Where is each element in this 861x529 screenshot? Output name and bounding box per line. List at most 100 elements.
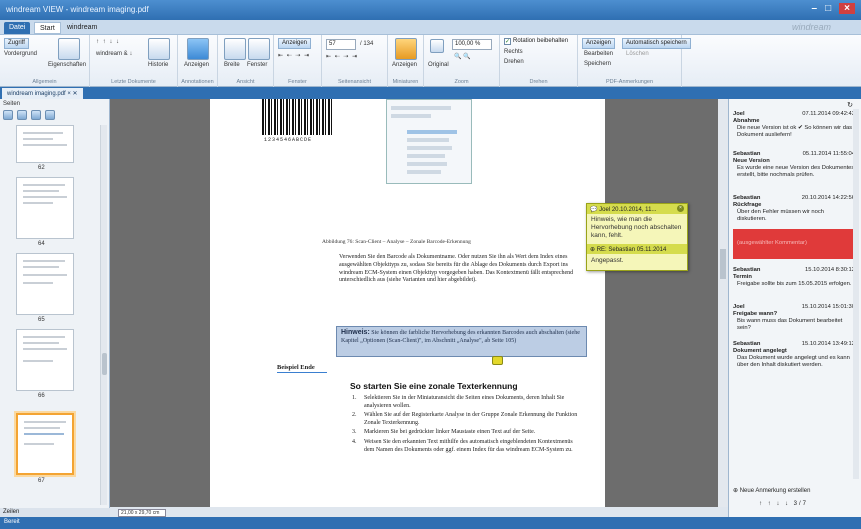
barcode-number: 1234546ABCDE <box>264 137 313 143</box>
zoom-in-icon[interactable] <box>3 110 13 120</box>
example-end-label: Beispiel Ende <box>277 364 327 373</box>
hint-title: Hinweis: <box>341 329 370 336</box>
history-icon[interactable] <box>148 38 170 60</box>
new-comment-button[interactable]: ⊕ Neue Anmerkung erstellen <box>733 487 810 494</box>
rotate-button[interactable]: Drehen <box>504 59 524 65</box>
page-nav-icon[interactable]: ⇤ ⇠ ⇢ ⇥ <box>326 53 358 60</box>
comment-item[interactable]: Sebastian 05.11.2014 11:55:04 Neue Versio… <box>733 151 855 191</box>
document-tab-bar: windream imaging.pdf × ✕ <box>0 87 861 99</box>
step-text: Weisen Sie den erkannten Text mithilfe d… <box>364 438 573 453</box>
nav-arrows-icon[interactable]: ⇤ ⇠ ⇢ ⇥ <box>278 52 310 59</box>
group-label: Letzte Dokumente <box>111 79 156 85</box>
comment-item[interactable]: Joel 15.10.2014 15:01:30 Freigabe wann? Bi… <box>733 304 855 336</box>
comment-item-selected[interactable]: (ausgewählter Kommentar) <box>733 229 855 259</box>
window-icon[interactable] <box>248 38 270 60</box>
comment-item[interactable]: Sebastian 15.10.2014 8:30:12 Termin Freiga… <box>733 267 855 299</box>
comment-item[interactable]: Sebastian 20.10.2014 14:22:56 Rückfrage Üb… <box>733 195 855 227</box>
comment-navigation[interactable]: ↑ ↑ ↓ ↓ 3/7 <box>759 501 808 507</box>
minimize-button[interactable]: – <box>812 3 818 14</box>
group-label: Ansicht <box>236 79 255 85</box>
close-tab-icon[interactable]: × ✕ <box>67 91 77 97</box>
fenster-label: Fenster <box>247 62 268 68</box>
zoom-input[interactable]: 100,00 % <box>452 39 492 50</box>
page-thumbnail[interactable] <box>16 125 74 163</box>
page-thumbnail[interactable] <box>16 329 74 391</box>
edit-button[interactable]: Bearbeiten <box>584 51 613 57</box>
comment-title: Freigabe wann? <box>733 311 778 317</box>
title-bar: windream VIEW - windream imaging.pdf – □… <box>0 0 861 20</box>
rotate-right-button[interactable]: Rechts <box>504 49 523 55</box>
group-fenster: Anzeigen ⇤ ⇠ ⇢ ⇥ Fenster <box>274 35 322 87</box>
comment-date: 07.11.2014 09:42:43 <box>802 111 855 117</box>
comment-text: Über den Fehler müssen wir noch diskutie… <box>737 209 824 222</box>
list-item: 2. Wählen Sie auf der Registerkarte Analy… <box>352 412 578 426</box>
page-number-input[interactable]: 57 <box>326 39 356 50</box>
thumbnail-list: 62 64 65 66 67 <box>8 125 98 505</box>
step-text: Wählen Sie auf der Registerkarte Analyse… <box>364 412 578 426</box>
comment-item[interactable]: Joel 07.11.2014 09:42:43 Abnahme Die neue … <box>733 111 855 149</box>
fenster-show-button[interactable]: Anzeigen <box>278 38 312 49</box>
doc-tab-label: windream imaging.pdf <box>7 91 66 97</box>
embedded-screenshot <box>386 99 472 184</box>
tab-datei[interactable]: Datei <box>4 22 31 34</box>
export-icon[interactable] <box>45 110 55 120</box>
steps-list: 1. Selektieren Sie in der Miniaturansicht… <box>350 395 580 456</box>
pages-panel: Seiten 62 64 65 66 67 Zeilen <box>0 99 110 517</box>
rotation-keep-checkbox[interactable]: ✓ Rotation beibehalten <box>504 38 568 45</box>
comment-item[interactable]: Sebastian 15.10.2014 13:49:12 Dokument an… <box>733 341 855 377</box>
annotations-show-label: Anzeigen <box>184 62 210 68</box>
page-total: / 134 <box>360 41 374 47</box>
eigenschaften-label: Eigenschaften <box>48 62 87 68</box>
comment-author: Sebastian <box>733 267 761 273</box>
pdf-show-button[interactable]: Anzeigen <box>582 38 616 49</box>
recent-dropdown[interactable]: windream & ↓ <box>96 51 132 57</box>
scroll-thumb[interactable] <box>720 249 726 279</box>
close-icon[interactable]: × <box>677 205 684 212</box>
doc-tab[interactable]: windream imaging.pdf × ✕ <box>2 88 83 99</box>
annotations-icon[interactable] <box>187 38 209 60</box>
plus-icon[interactable]: ⊕ <box>590 247 597 253</box>
refresh-icon[interactable]: ↻ <box>847 101 853 109</box>
page-thumbnail-selected[interactable] <box>16 413 74 475</box>
group-label: Annotationen <box>181 79 214 85</box>
comment-note-icon[interactable] <box>492 356 503 365</box>
zoom-page-icon[interactable] <box>430 39 444 53</box>
scroll-thumb[interactable] <box>102 353 107 375</box>
viewer-scrollbar[interactable] <box>718 99 728 507</box>
maximize-button[interactable]: □ <box>825 3 831 14</box>
group-letzte-dokumente: ↑ ↑ ↓ ↓ windream & ↓ Historie Letzte Dok… <box>90 35 178 87</box>
vordergrund-button[interactable]: Vordergrund <box>4 51 37 57</box>
thumbnails-icon[interactable] <box>395 38 417 60</box>
comment-text: (ausgewählter Kommentar) <box>737 240 807 246</box>
comment-author: Joel <box>733 111 745 117</box>
width-icon[interactable] <box>224 38 246 60</box>
group-pdf-anmerkungen: Anzeigen Automatisch speichern Bearbeite… <box>578 35 691 87</box>
zoom-magnifier-icon[interactable]: 🔍 🔍 <box>454 53 471 60</box>
zugriff-button[interactable]: Zugriff <box>4 38 29 49</box>
comment-popup[interactable]: 💬 Joel 20.10.2014, 11... × Hinweis, wie m… <box>586 203 688 271</box>
window-title: windream VIEW - windream imaging.pdf <box>6 5 149 14</box>
page-thumbnail[interactable] <box>16 177 74 239</box>
delete-button[interactable]: Löschen <box>626 51 649 57</box>
comment-date: 15.10.2014 8:30:12 <box>805 267 855 273</box>
save-button[interactable]: Speichern <box>584 61 611 67</box>
properties-icon[interactable] <box>58 38 80 60</box>
tab-windream[interactable]: windream <box>62 22 102 34</box>
rotate-icon[interactable] <box>31 110 41 120</box>
autosave-toggle[interactable]: Automatisch speichern <box>622 38 691 49</box>
tab-start[interactable]: Start <box>34 22 61 34</box>
recent-arrows-icon[interactable]: ↑ ↑ ↓ ↓ <box>96 39 120 45</box>
barcode-image <box>262 99 332 135</box>
page-thumbnail[interactable] <box>16 253 74 315</box>
pages-scrollbar[interactable] <box>100 125 107 505</box>
group-label: Drehen <box>529 79 548 85</box>
ribbon-tabs: Datei Start windream windream <box>0 20 861 35</box>
zoom-out-icon[interactable] <box>17 110 27 120</box>
document-page[interactable]: 1234546ABCDE Abbildung 76: Scan-Client –… <box>210 99 605 507</box>
comment-author: Joel <box>733 304 745 310</box>
close-button[interactable]: × <box>839 3 855 14</box>
list-item: 1. Selektieren Sie in der Miniaturansicht… <box>352 395 565 409</box>
comments-scrollbar[interactable] <box>853 109 859 479</box>
list-item: 3. Markieren Sie bei gedrückter linker Ma… <box>352 429 536 436</box>
new-comment-label: Neue Anmerkung erstellen <box>739 488 811 494</box>
